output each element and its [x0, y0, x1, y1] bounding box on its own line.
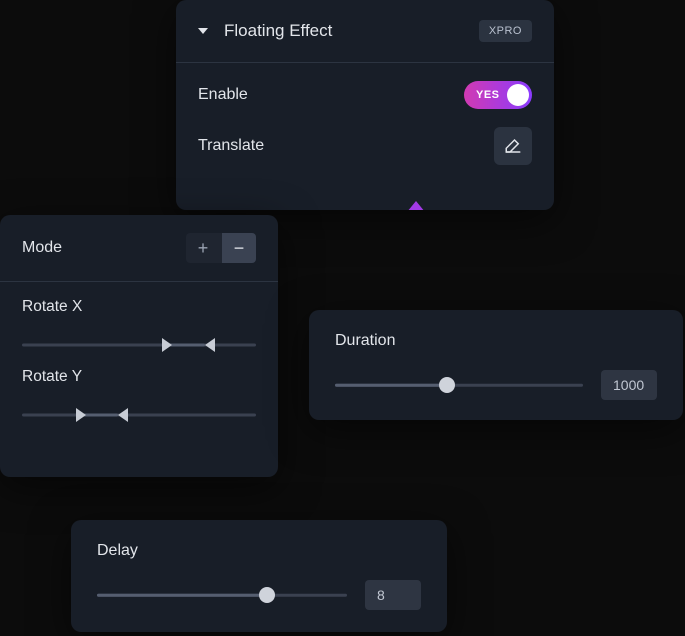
slider-knob[interactable] [439, 377, 455, 393]
delay-slider[interactable] [97, 587, 347, 603]
duration-panel: Duration 1000 [309, 310, 683, 420]
delay-slider-row: 8 [97, 580, 421, 610]
mode-plus-button[interactable]: + [186, 233, 220, 263]
mode-minus-button[interactable]: − [222, 233, 256, 263]
slider-knob[interactable] [259, 587, 275, 603]
enable-label: Enable [198, 86, 248, 104]
floating-effect-panel: Floating Effect XPRO Enable YES Translat… [176, 0, 554, 210]
slider-fill [335, 384, 447, 387]
slider-track [22, 414, 256, 417]
xpro-badge: XPRO [479, 20, 532, 42]
mode-title: Mode [22, 239, 62, 257]
mode-header: Mode + − [0, 215, 278, 282]
duration-slider-row: 1000 [335, 370, 657, 400]
duration-slider[interactable] [335, 377, 583, 393]
duration-value-input[interactable]: 1000 [601, 370, 657, 400]
translate-edit-button[interactable] [494, 127, 532, 165]
enable-toggle[interactable]: YES [464, 81, 532, 109]
rotate-x-label: Rotate X [22, 298, 256, 316]
caret-down-icon [198, 28, 208, 34]
rotate-y-label: Rotate Y [22, 368, 256, 386]
enable-row: Enable YES [176, 63, 554, 109]
mode-panel: Mode + − Rotate X Rotate Y [0, 215, 278, 477]
slider-handle-high[interactable] [118, 408, 128, 422]
rotate-y-section: Rotate Y [0, 352, 278, 422]
slider-handle-high[interactable] [205, 338, 215, 352]
toggle-state-text: YES [476, 89, 500, 101]
rotate-x-slider[interactable] [22, 338, 256, 352]
slider-fill [97, 594, 267, 597]
delay-label: Delay [97, 542, 421, 560]
toggle-knob [507, 84, 529, 106]
delay-panel: Delay 8 [71, 520, 447, 632]
dropdown-indicator-icon [407, 201, 425, 210]
mode-toggle-group: + − [186, 233, 256, 263]
pencil-icon [504, 137, 522, 155]
translate-label: Translate [198, 137, 264, 155]
slider-handle-low[interactable] [76, 408, 86, 422]
floating-title: Floating Effect [224, 21, 479, 41]
translate-row: Translate [176, 109, 554, 165]
delay-value-input[interactable]: 8 [365, 580, 421, 610]
floating-header[interactable]: Floating Effect XPRO [176, 0, 554, 63]
slider-handle-low[interactable] [162, 338, 172, 352]
rotate-x-section: Rotate X [0, 282, 278, 352]
rotate-y-slider[interactable] [22, 408, 256, 422]
duration-label: Duration [335, 332, 657, 350]
slider-track [22, 344, 256, 347]
